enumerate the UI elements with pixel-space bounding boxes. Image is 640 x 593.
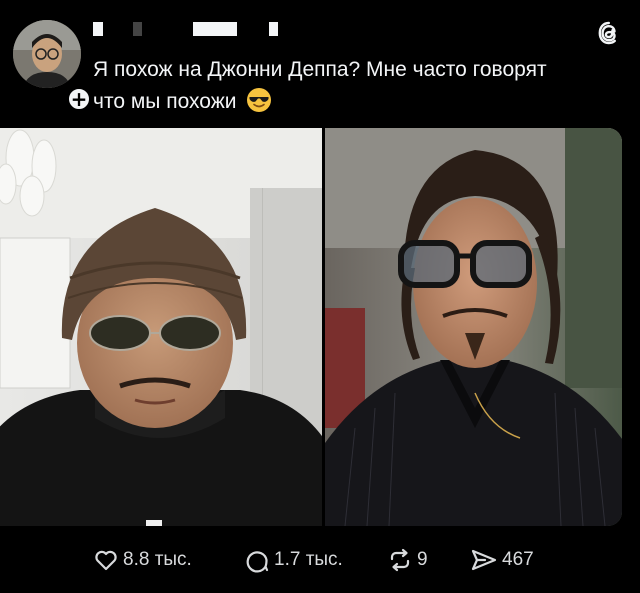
send-icon [471, 549, 497, 571]
post-media[interactable] [0, 128, 622, 526]
heart-icon [95, 550, 117, 571]
sunglasses-emoji-icon [246, 87, 272, 113]
repost-icon [390, 548, 410, 572]
repost-button[interactable]: 9 [387, 546, 428, 574]
threads-logo-icon[interactable] [596, 20, 622, 46]
threads-post: + Я похож на Джонни Деппа? Мне часто гов… [0, 0, 640, 593]
share-button[interactable]: 467 [470, 546, 534, 574]
censored-username[interactable] [93, 22, 283, 38]
reply-button[interactable]: 1.7 тыс. [244, 546, 343, 574]
comment-icon [246, 551, 269, 573]
follow-plus-button[interactable]: + [66, 86, 92, 112]
repost-count: 9 [417, 549, 428, 570]
share-count: 467 [502, 549, 534, 570]
like-button[interactable]: 8.8 тыс. [93, 546, 192, 574]
author-avatar-wrap[interactable]: + [13, 20, 92, 112]
post-text-line1: Я похож на Джонни Деппа? Мне часто говор… [93, 58, 547, 81]
photo-right-johnny-depp[interactable] [325, 128, 622, 526]
photo-left-selfie[interactable] [0, 128, 322, 526]
like-count: 8.8 тыс. [123, 549, 192, 570]
post-text: Я похож на Джонни Деппа? Мне часто говор… [93, 54, 613, 118]
avatar[interactable] [13, 20, 81, 88]
reply-count: 1.7 тыс. [274, 549, 343, 570]
post-action-bar: 8.8 тыс. 1.7 тыс. 9 467 [0, 540, 640, 580]
post-text-line2: что мы похожи [93, 90, 237, 113]
